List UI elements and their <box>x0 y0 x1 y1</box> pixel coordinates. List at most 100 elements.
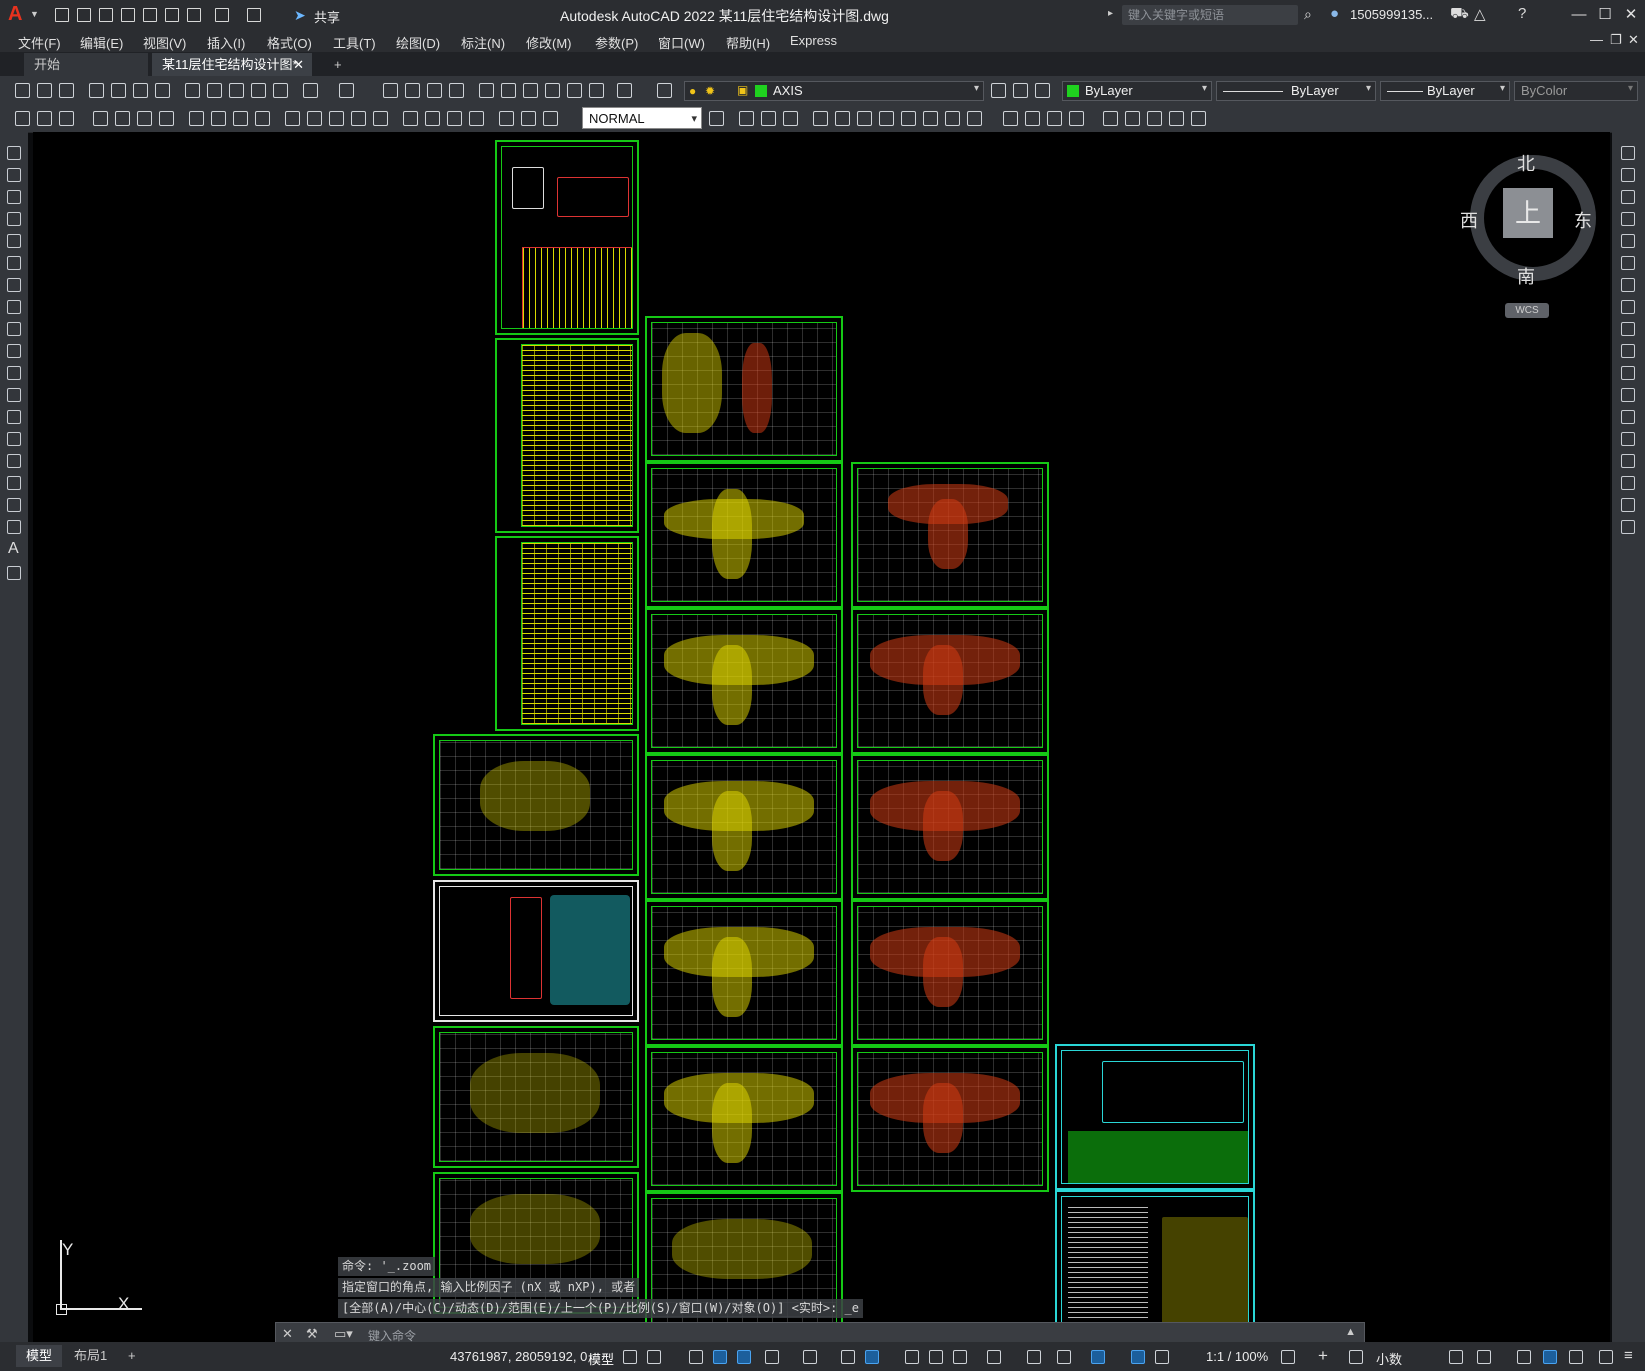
extend-icon[interactable] <box>1619 364 1637 382</box>
rotate-icon[interactable] <box>1619 276 1637 294</box>
help-search-input[interactable]: 键入关键字或短语 <box>1122 5 1298 25</box>
search-icon[interactable]: ⌕ <box>1304 6 1312 23</box>
3d-thicken-icon[interactable] <box>964 108 984 128</box>
polyline-icon[interactable] <box>5 188 23 206</box>
3d-rotate-icon[interactable] <box>832 108 852 128</box>
lineweight-dropdown[interactable]: ByLayer ▾ <box>1380 81 1510 101</box>
workspace-icon[interactable] <box>34 108 54 128</box>
dimstyle-icon[interactable] <box>706 108 726 128</box>
drawing-sheet[interactable] <box>433 1026 639 1168</box>
undo-tb-icon[interactable] <box>300 80 320 100</box>
center-mark-icon[interactable] <box>422 108 442 128</box>
dim-baseline-icon[interactable] <box>304 108 324 128</box>
drawing-sheet[interactable] <box>851 900 1049 1046</box>
paste-icon[interactable] <box>226 80 246 100</box>
drawing-sheet[interactable] <box>851 608 1049 754</box>
properties-icon[interactable] <box>476 80 496 100</box>
dim-text-edit-icon[interactable] <box>518 108 538 128</box>
cart-icon[interactable]: ⛟ <box>1450 5 1469 24</box>
app-menu-chevron-icon[interactable]: ▼ <box>30 9 39 19</box>
hatch-icon[interactable] <box>5 452 23 470</box>
save-web-icon[interactable] <box>162 5 180 23</box>
dim-break-icon[interactable] <box>370 108 390 128</box>
break-at-point-icon[interactable] <box>1619 386 1637 404</box>
fullscreen-icon[interactable] <box>1596 1347 1616 1367</box>
drawing-sheet[interactable] <box>495 536 639 731</box>
calculator-icon[interactable] <box>586 80 606 100</box>
dim-angular-icon[interactable] <box>252 108 272 128</box>
help-tb-icon[interactable] <box>614 80 634 100</box>
menu-insert[interactable]: 插入(I) <box>207 33 245 52</box>
dim-continue-icon[interactable] <box>326 108 346 128</box>
match-prop-icon[interactable] <box>248 80 268 100</box>
blend-curves-icon[interactable] <box>1619 496 1637 514</box>
insert-block-side-icon[interactable] <box>5 386 23 404</box>
help-icon[interactable]: ? <box>1518 5 1526 22</box>
underlay-icon[interactable] <box>1166 108 1186 128</box>
3d-move-icon[interactable] <box>810 108 830 128</box>
lineweight-icon[interactable] <box>902 1347 922 1367</box>
transparency-icon[interactable] <box>926 1347 946 1367</box>
array-icon[interactable] <box>1619 232 1637 250</box>
add-layout-button[interactable]: + <box>118 1345 146 1367</box>
table-icon[interactable] <box>5 518 23 536</box>
insert-block-icon[interactable] <box>1100 108 1120 128</box>
circle-icon[interactable] <box>5 276 23 294</box>
sheet-set-icon[interactable] <box>542 80 562 100</box>
object-snap-icon[interactable] <box>862 1347 882 1367</box>
expand-history-icon[interactable]: ▲ <box>1345 1326 1356 1338</box>
zoom-previous-icon[interactable] <box>446 80 466 100</box>
toolbar-grip-1-icon[interactable] <box>12 108 32 128</box>
pan-icon[interactable] <box>380 80 400 100</box>
menu-dimension[interactable]: 标注(N) <box>461 33 505 52</box>
3d-union-icon[interactable] <box>758 108 778 128</box>
workspace-settings-icon[interactable] <box>56 108 76 128</box>
selection-filter-icon[interactable] <box>1054 1347 1074 1367</box>
tab-layout1[interactable]: 布局1 <box>64 1345 117 1367</box>
drawing-sheet[interactable] <box>433 734 639 876</box>
color-dropdown[interactable]: ByLayer ▾ <box>1062 81 1212 101</box>
tab-document[interactable]: 某11层住宅结构设计图* ✕ <box>152 53 312 76</box>
save-icon[interactable] <box>96 5 114 23</box>
compass-east[interactable]: 东 <box>1574 207 1592 233</box>
compass-south[interactable]: 南 <box>1517 263 1535 289</box>
annotation-visibility-icon[interactable] <box>1128 1347 1148 1367</box>
3d-array-icon[interactable] <box>898 108 918 128</box>
break-icon[interactable] <box>1619 408 1637 426</box>
auto-scale-icon[interactable] <box>1152 1347 1172 1367</box>
dynamic-ucs-icon[interactable] <box>1024 1347 1044 1367</box>
menu-draw[interactable]: 绘图(D) <box>396 33 440 52</box>
save-tb-icon[interactable] <box>56 80 76 100</box>
cut-icon[interactable] <box>182 80 202 100</box>
lock-ui-icon[interactable] <box>1474 1347 1494 1367</box>
polygon-icon[interactable] <box>5 210 23 228</box>
dim-update-icon[interactable] <box>540 108 560 128</box>
3d-subtract-icon[interactable] <box>780 108 800 128</box>
visual-style-icon[interactable] <box>1000 108 1020 128</box>
save-as-icon[interactable] <box>118 5 136 23</box>
units-icon[interactable] <box>1346 1347 1366 1367</box>
dim-arc-icon[interactable] <box>134 108 154 128</box>
drawing-sheet[interactable] <box>1055 1044 1255 1190</box>
explode-icon[interactable] <box>1619 518 1637 536</box>
menu-file[interactable]: 文件(F) <box>18 33 61 52</box>
minimize-button[interactable]: — <box>1566 4 1592 26</box>
drawing-canvas[interactable] <box>33 132 1610 1342</box>
open-icon[interactable] <box>34 80 54 100</box>
3d-osnap-icon[interactable] <box>984 1347 1004 1367</box>
plot-icon[interactable] <box>184 5 202 23</box>
drawing-sheet[interactable] <box>1055 1190 1255 1336</box>
selection-cycling-icon[interactable] <box>950 1347 970 1367</box>
dim-diameter-icon[interactable] <box>230 108 250 128</box>
menu-modify[interactable]: 修改(M) <box>526 33 572 52</box>
mtext-icon[interactable]: A <box>8 540 19 558</box>
user-account[interactable]: 1505999135... <box>1350 7 1433 22</box>
copy-object-icon[interactable] <box>1619 166 1637 184</box>
markup-icon[interactable] <box>564 80 584 100</box>
make-block-icon[interactable] <box>5 408 23 426</box>
recent-commands-icon[interactable]: ▭▾ <box>334 1326 353 1342</box>
jogged-linear-icon[interactable] <box>466 108 486 128</box>
customization-menu-icon[interactable]: ≡ <box>1624 1347 1633 1364</box>
search-expand-icon[interactable]: ▸ <box>1108 8 1113 19</box>
isodraft-icon[interactable] <box>800 1347 820 1367</box>
